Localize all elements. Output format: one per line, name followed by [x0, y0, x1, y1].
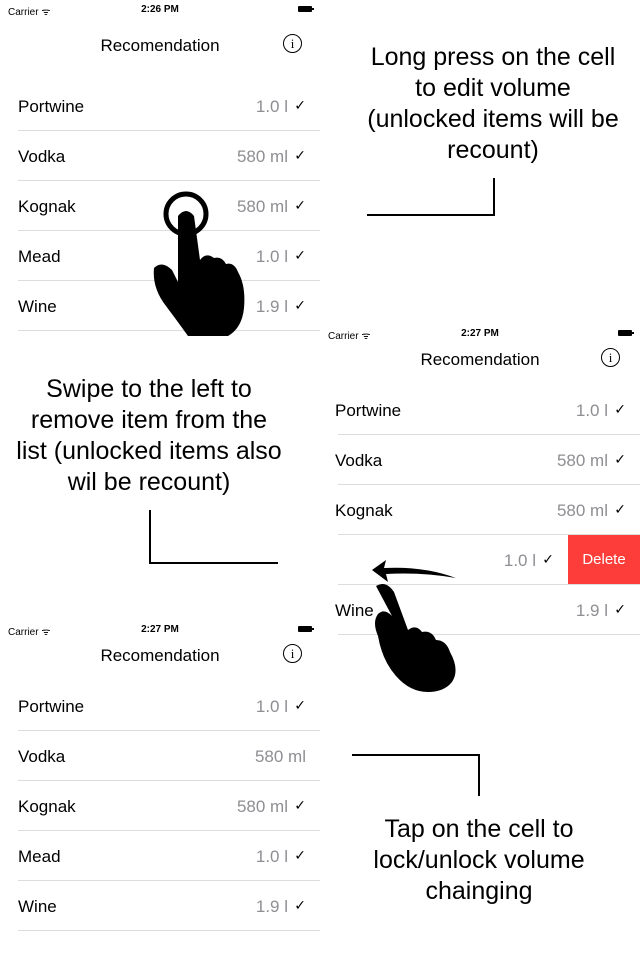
row-volume: 1.0 l: [575, 401, 608, 420]
info-icon[interactable]: i: [283, 644, 302, 663]
row-volume: 1.0 l: [255, 847, 288, 866]
row-volume: 1.0 l: [255, 97, 288, 116]
checkmark-icon: ✓: [294, 197, 306, 213]
table-row[interactable]: Portwine 1.0 l ✓: [0, 681, 320, 731]
table-row[interactable]: Mead 1.0 l ✓: [0, 831, 320, 881]
battery-icon: [298, 6, 314, 12]
table-row-unlocked[interactable]: Vodka 580 ml: [0, 731, 320, 781]
row-name: Mead: [18, 847, 61, 866]
row-name: Wine: [18, 897, 57, 916]
caption-long-press: Long press on the cell to edit volume (u…: [367, 43, 619, 164]
connector-line: [352, 754, 480, 756]
row-volume: 580 ml: [236, 797, 288, 816]
page-title: Recomendation: [100, 646, 220, 665]
checkmark-icon: ✓: [614, 601, 626, 617]
row-volume: 580 ml: [556, 501, 608, 520]
navigation-bar: Recomendation i: [0, 644, 320, 682]
table-row[interactable]: Vodka 580 ml ✓: [320, 435, 640, 485]
screen-tap: Carrier ᯤ 2:27 PM Recomendation i Portwi…: [0, 620, 320, 960]
connector-line: [493, 178, 495, 216]
status-time: 2:27 PM: [461, 328, 499, 339]
status-bar: Carrier ᯤ 2:27 PM: [320, 324, 640, 344]
row-name: Vodka: [18, 147, 66, 166]
row-name: Kognak: [335, 501, 393, 520]
row-volume: 1.9 l: [255, 897, 288, 916]
page-title: Recomendation: [100, 36, 220, 55]
status-bar: Carrier ᯤ 2:27 PM: [0, 620, 320, 640]
connector-line: [149, 562, 278, 564]
row-name: Portwine: [18, 697, 85, 716]
status-time: 2:27 PM: [141, 624, 179, 635]
row-name: Wine: [18, 297, 57, 316]
hand-press-icon: [153, 191, 245, 336]
status-bar: Carrier ᯤ 2:26 PM: [0, 0, 320, 20]
row-volume: 580 ml: [556, 451, 608, 470]
row-name: Vodka: [18, 747, 66, 766]
checkmark-icon: ✓: [294, 97, 306, 113]
navigation-bar: Recomendation i: [320, 348, 640, 386]
checkmark-icon: ✓: [614, 501, 626, 517]
table-row[interactable]: Portwine 1.0 l ✓: [320, 385, 640, 435]
status-time: 2:26 PM: [141, 4, 179, 15]
row-volume: 580 ml: [254, 747, 306, 766]
table-row[interactable]: Vodka 580 ml ✓: [0, 131, 320, 181]
table-row[interactable]: Portwine 1.0 l ✓: [0, 81, 320, 131]
row-name: Portwine: [335, 401, 402, 420]
connector-line: [367, 214, 495, 216]
checkmark-icon: ✓: [294, 847, 306, 863]
caption-tap: Tap on the cell to lock/unlock volume ch…: [373, 815, 585, 905]
delete-button[interactable]: Delete: [568, 535, 640, 585]
info-icon[interactable]: i: [601, 348, 620, 367]
connector-line: [478, 754, 480, 796]
info-icon[interactable]: i: [283, 34, 302, 53]
caption-swipe: Swipe to the left to remove item from th…: [16, 375, 282, 496]
row-volume: 1.9 l: [575, 601, 608, 620]
row-name: Kognak: [18, 197, 76, 216]
checkmark-icon: ✓: [614, 451, 626, 467]
checkmark-icon: ✓: [614, 401, 626, 417]
connector-line: [149, 510, 151, 564]
checkmark-icon: ✓: [294, 797, 306, 813]
table-row[interactable]: Wine 1.9 l ✓: [0, 881, 320, 931]
battery-icon: [298, 626, 314, 632]
table-row[interactable]: Kognak 580 ml ✓: [320, 485, 640, 535]
checkmark-icon: ✓: [294, 697, 306, 713]
row-name: Vodka: [335, 451, 383, 470]
battery-icon: [618, 330, 634, 336]
checkmark-icon: ✓: [294, 147, 306, 163]
row-volume: 1.9 l: [255, 297, 288, 316]
table-row[interactable]: Kognak 580 ml ✓: [0, 781, 320, 831]
recommendation-list: Portwine 1.0 l ✓ Vodka 580 ml Kognak 580…: [0, 681, 320, 931]
row-volume: 580 ml: [236, 147, 288, 166]
checkmark-icon: ✓: [294, 247, 306, 263]
row-name: Kognak: [18, 797, 76, 816]
row-name: Mead: [18, 247, 61, 266]
checkmark-icon: ✓: [294, 897, 306, 913]
checkmark-icon: ✓: [542, 551, 554, 567]
row-volume: 1.0 l: [503, 551, 536, 570]
page-title: Recomendation: [420, 350, 540, 369]
navigation-bar: Recomendation i: [0, 34, 320, 72]
row-name: Portwine: [18, 97, 85, 116]
hand-swipe-icon: [372, 560, 456, 692]
row-volume: 1.0 l: [255, 247, 288, 266]
checkmark-icon: ✓: [294, 297, 306, 313]
row-volume: 1.0 l: [255, 697, 288, 716]
